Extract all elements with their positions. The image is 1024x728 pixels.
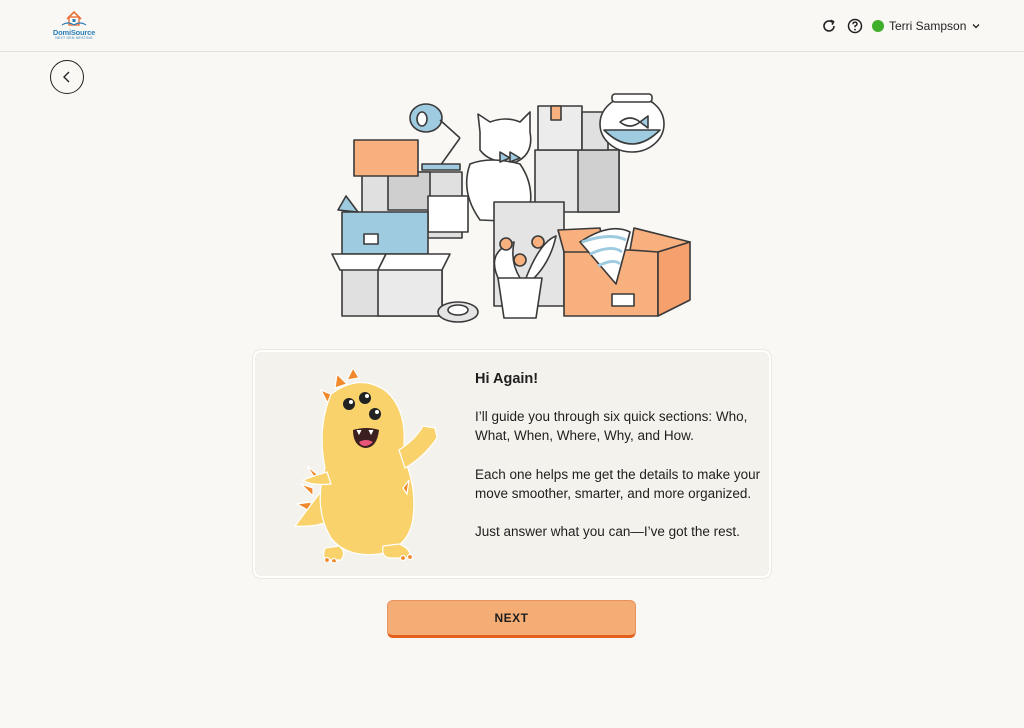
- next-button[interactable]: NEXT: [387, 600, 636, 638]
- intro-message: Hi Again! I’ll guide you through six qui…: [475, 370, 765, 560]
- online-status-dot: [872, 20, 884, 32]
- moving-boxes-illustration: [331, 93, 691, 323]
- house-logo-icon: [61, 10, 87, 26]
- fish-bowl: [599, 93, 665, 153]
- intro-paragraph-3: Just answer what you can—I’ve got the re…: [475, 524, 740, 540]
- user-menu[interactable]: Terri Sampson: [872, 16, 981, 36]
- intro-paragraph-2: Each one helps me get the details to mak…: [475, 466, 761, 501]
- help-icon[interactable]: [846, 17, 864, 35]
- logo-tagline: NEXT GEN NESTING: [55, 36, 93, 40]
- chevron-down-icon: [972, 24, 980, 29]
- refresh-icon[interactable]: [820, 17, 838, 35]
- intro-paragraph-1: I’ll guide you through six quick section…: [475, 409, 748, 444]
- back-button[interactable]: [50, 60, 84, 94]
- top-header: DomiSource NEXT GEN NESTING Terri Sampso…: [0, 0, 1024, 52]
- domisource-logo[interactable]: DomiSource NEXT GEN NESTING: [50, 8, 98, 44]
- chevron-left-icon: [63, 71, 70, 83]
- user-name: Terri Sampson: [889, 19, 967, 33]
- dinosaur-mascot-icon: [293, 368, 438, 562]
- intro-card: Hi Again! I’ll guide you through six qui…: [253, 350, 771, 578]
- card-title: Hi Again!: [475, 371, 539, 387]
